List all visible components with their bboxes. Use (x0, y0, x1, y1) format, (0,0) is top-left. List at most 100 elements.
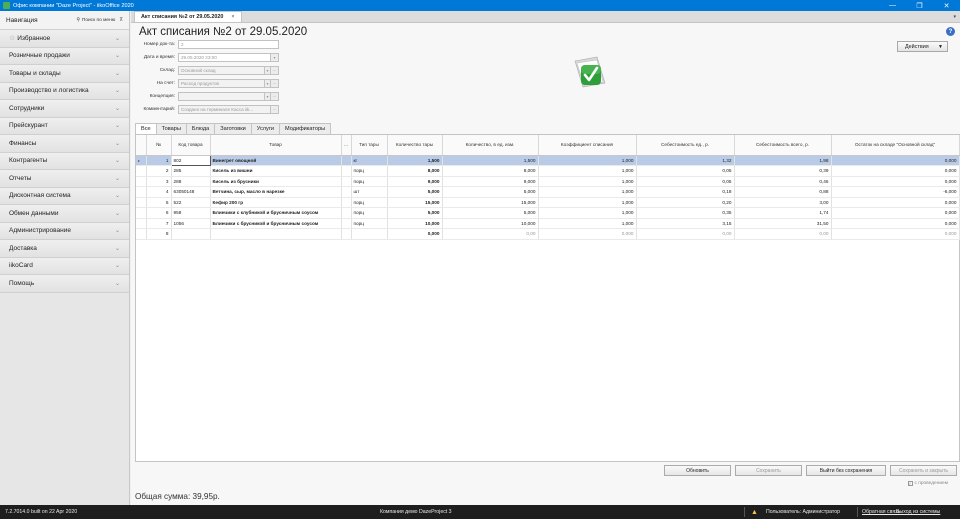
unit-cost[interactable]: 1,32 (636, 155, 735, 166)
pin-icon[interactable]: ⊼ (119, 17, 123, 23)
more-cell[interactable] (341, 155, 352, 166)
stock-balance[interactable]: -6,000 (831, 186, 960, 198)
product-code[interactable]: 288 (171, 176, 211, 187)
pack-type[interactable]: кг (351, 155, 388, 166)
row-indicator[interactable] (136, 207, 147, 219)
writeoff-coefficient[interactable]: 1,000 (538, 176, 637, 187)
product-code[interactable]: 802 (170, 154, 211, 166)
product-code[interactable] (171, 228, 211, 240)
product-code[interactable]: 285 (171, 165, 211, 177)
writeoff-coefficient[interactable]: 1,000 (538, 197, 637, 208)
pack-quantity[interactable]: 8,000 (387, 165, 443, 177)
actions-button[interactable]: Действия ▼ (897, 41, 948, 52)
row-number[interactable]: 1 (146, 155, 172, 166)
row-indicator[interactable] (136, 218, 147, 229)
sidebar-item-goods-stores[interactable]: Товары и склады ⌄ (0, 65, 129, 83)
unit-cost[interactable]: 0,35 (636, 207, 735, 219)
product-name[interactable]: Кефир 200 гр (210, 197, 342, 208)
warning-icon[interactable]: ▲ (751, 509, 758, 516)
table-row[interactable]: 5 522 Кефир 200 гр порц 15,000 15,000 1,000 0,2… (136, 197, 960, 208)
pack-quantity[interactable]: 5,000 (387, 207, 443, 219)
col-header-total-cost[interactable]: Себестоимость всего, р. (734, 135, 832, 156)
sidebar-item-finance[interactable]: Финансы ⌄ (0, 135, 129, 153)
stock-balance[interactable]: 0,000 (831, 165, 960, 177)
table-row[interactable]: 4 63050148 Ветчина, сыр, масло в нарезке шт… (136, 186, 960, 198)
tab-modifiers[interactable]: Модификаторы (278, 123, 332, 134)
product-name[interactable]: Ветчина, сыр, масло в нарезке (210, 186, 342, 198)
exit-without-saving-button[interactable]: Выйти без сохранения (806, 465, 886, 476)
writeoff-coefficient[interactable]: 1,000 (538, 165, 637, 177)
refresh-button[interactable]: Обновить (664, 465, 731, 476)
total-cost[interactable]: 1,74 (734, 207, 832, 219)
stock-balance[interactable]: 0,000 (831, 155, 960, 166)
stock-balance[interactable]: 0,000 (831, 218, 960, 229)
col-header-pack-qty[interactable]: Количество тары (387, 135, 443, 156)
pack-type[interactable] (351, 228, 388, 240)
sidebar-item-help[interactable]: Помощь ⌄ (0, 275, 129, 293)
stock-balance[interactable]: 0,000 (831, 176, 960, 187)
row-indicator[interactable]: ▸ (136, 155, 147, 166)
stock-balance[interactable]: 0,000 (831, 228, 960, 240)
table-row[interactable]: 8 0,000 0,00 0,000 0,00 0,00 0,000 (136, 228, 960, 240)
sidebar-item-iikocard[interactable]: iikoCard ⌄ (0, 257, 129, 275)
table-row[interactable]: 7 1056 Блинчики с брусникой и брусничным с… (136, 218, 960, 229)
sidebar-item-employees[interactable]: Сотрудники ⌄ (0, 100, 129, 118)
save-button[interactable]: Сохранить (735, 465, 802, 476)
total-cost[interactable]: 0,88 (734, 186, 832, 198)
sidebar-item-contractors[interactable]: Контрагенты ⌄ (0, 152, 129, 170)
unit-cost[interactable]: 0,05 (636, 165, 735, 177)
feedback-link[interactable]: Обратная связь (862, 509, 900, 515)
pack-type[interactable]: порц (351, 197, 388, 208)
row-indicator[interactable] (136, 197, 147, 208)
product-name[interactable]: Блинчики с клубникой и брусничным соусом (210, 207, 342, 219)
tab-preparations[interactable]: Заготовки (214, 123, 252, 134)
more-icon[interactable]: ··· (271, 79, 279, 88)
quantity[interactable]: 5,000 (442, 186, 539, 198)
more-icon[interactable]: ··· (271, 105, 279, 114)
col-header-product[interactable]: Товар (210, 135, 342, 156)
save-and-close-button[interactable]: Сохранить и закрыть (890, 465, 957, 476)
table-row[interactable]: ▸ 1 802 Винегрет овощной кг 1,500 1,500 1,000 1,… (136, 154, 960, 166)
tab-services[interactable]: Услуги (250, 123, 280, 134)
more-cell[interactable] (341, 218, 352, 229)
pack-quantity[interactable]: 0,000 (387, 228, 443, 240)
product-code[interactable]: 1056 (171, 218, 211, 229)
logout-link[interactable]: Выход из системы (896, 509, 940, 515)
col-header-pack-type[interactable]: Тип тары (351, 135, 388, 156)
pack-quantity[interactable]: 10,000 (387, 218, 443, 229)
row-number[interactable]: 7 (146, 218, 172, 229)
sidebar-item-reports[interactable]: Отчеты ⌄ (0, 170, 129, 188)
quantity[interactable]: 15,000 (442, 197, 539, 208)
more-cell[interactable] (341, 207, 352, 219)
total-cost[interactable]: 0,39 (734, 165, 832, 177)
more-icon[interactable]: ··· (271, 92, 279, 101)
row-number[interactable]: 2 (146, 165, 172, 177)
sidebar-item-retail[interactable]: Розничные продажи ⌄ (0, 47, 129, 65)
row-number[interactable]: 4 (146, 186, 172, 198)
table-row[interactable]: 3 288 Кисель из брусники порц 9,000 9,000 1,00… (136, 176, 960, 187)
tab-goods[interactable]: Товары (155, 123, 187, 134)
doc-number-field[interactable]: 2 (178, 40, 279, 49)
comment-field[interactable]: Создано на терминале Касса iik... (178, 105, 271, 114)
product-code[interactable]: 63050148 (171, 186, 211, 198)
unit-cost[interactable]: 3,15 (636, 218, 735, 229)
product-code[interactable]: 958 (171, 207, 211, 219)
more-cell[interactable] (341, 197, 352, 208)
sidebar-item-delivery[interactable]: Доставка ⌄ (0, 240, 129, 258)
stock-balance[interactable]: 0,000 (831, 197, 960, 208)
more-icon[interactable]: ··· (271, 66, 279, 75)
concept-select[interactable] (178, 92, 265, 101)
sidebar-item-pricelist[interactable]: Прейскурант ⌄ (0, 117, 129, 135)
close-icon[interactable]: × (231, 14, 234, 20)
tab-dishes[interactable]: Блюда (185, 123, 216, 134)
row-indicator[interactable] (136, 228, 147, 240)
unit-cost[interactable]: 0,00 (636, 228, 735, 240)
col-header-stock[interactable]: Остаток на складе "Основной склад" (831, 135, 960, 156)
unit-cost[interactable]: 0,18 (636, 186, 735, 198)
pack-quantity[interactable]: 1,500 (387, 155, 443, 166)
nav-search-button[interactable]: ⚲ Поиск по меню (76, 18, 115, 23)
pack-quantity[interactable]: 5,000 (387, 186, 443, 198)
more-cell[interactable] (341, 186, 352, 198)
product-name[interactable]: Блинчики с брусникой и брусничным соусом (210, 218, 342, 229)
unit-cost[interactable]: 0,20 (636, 197, 735, 208)
